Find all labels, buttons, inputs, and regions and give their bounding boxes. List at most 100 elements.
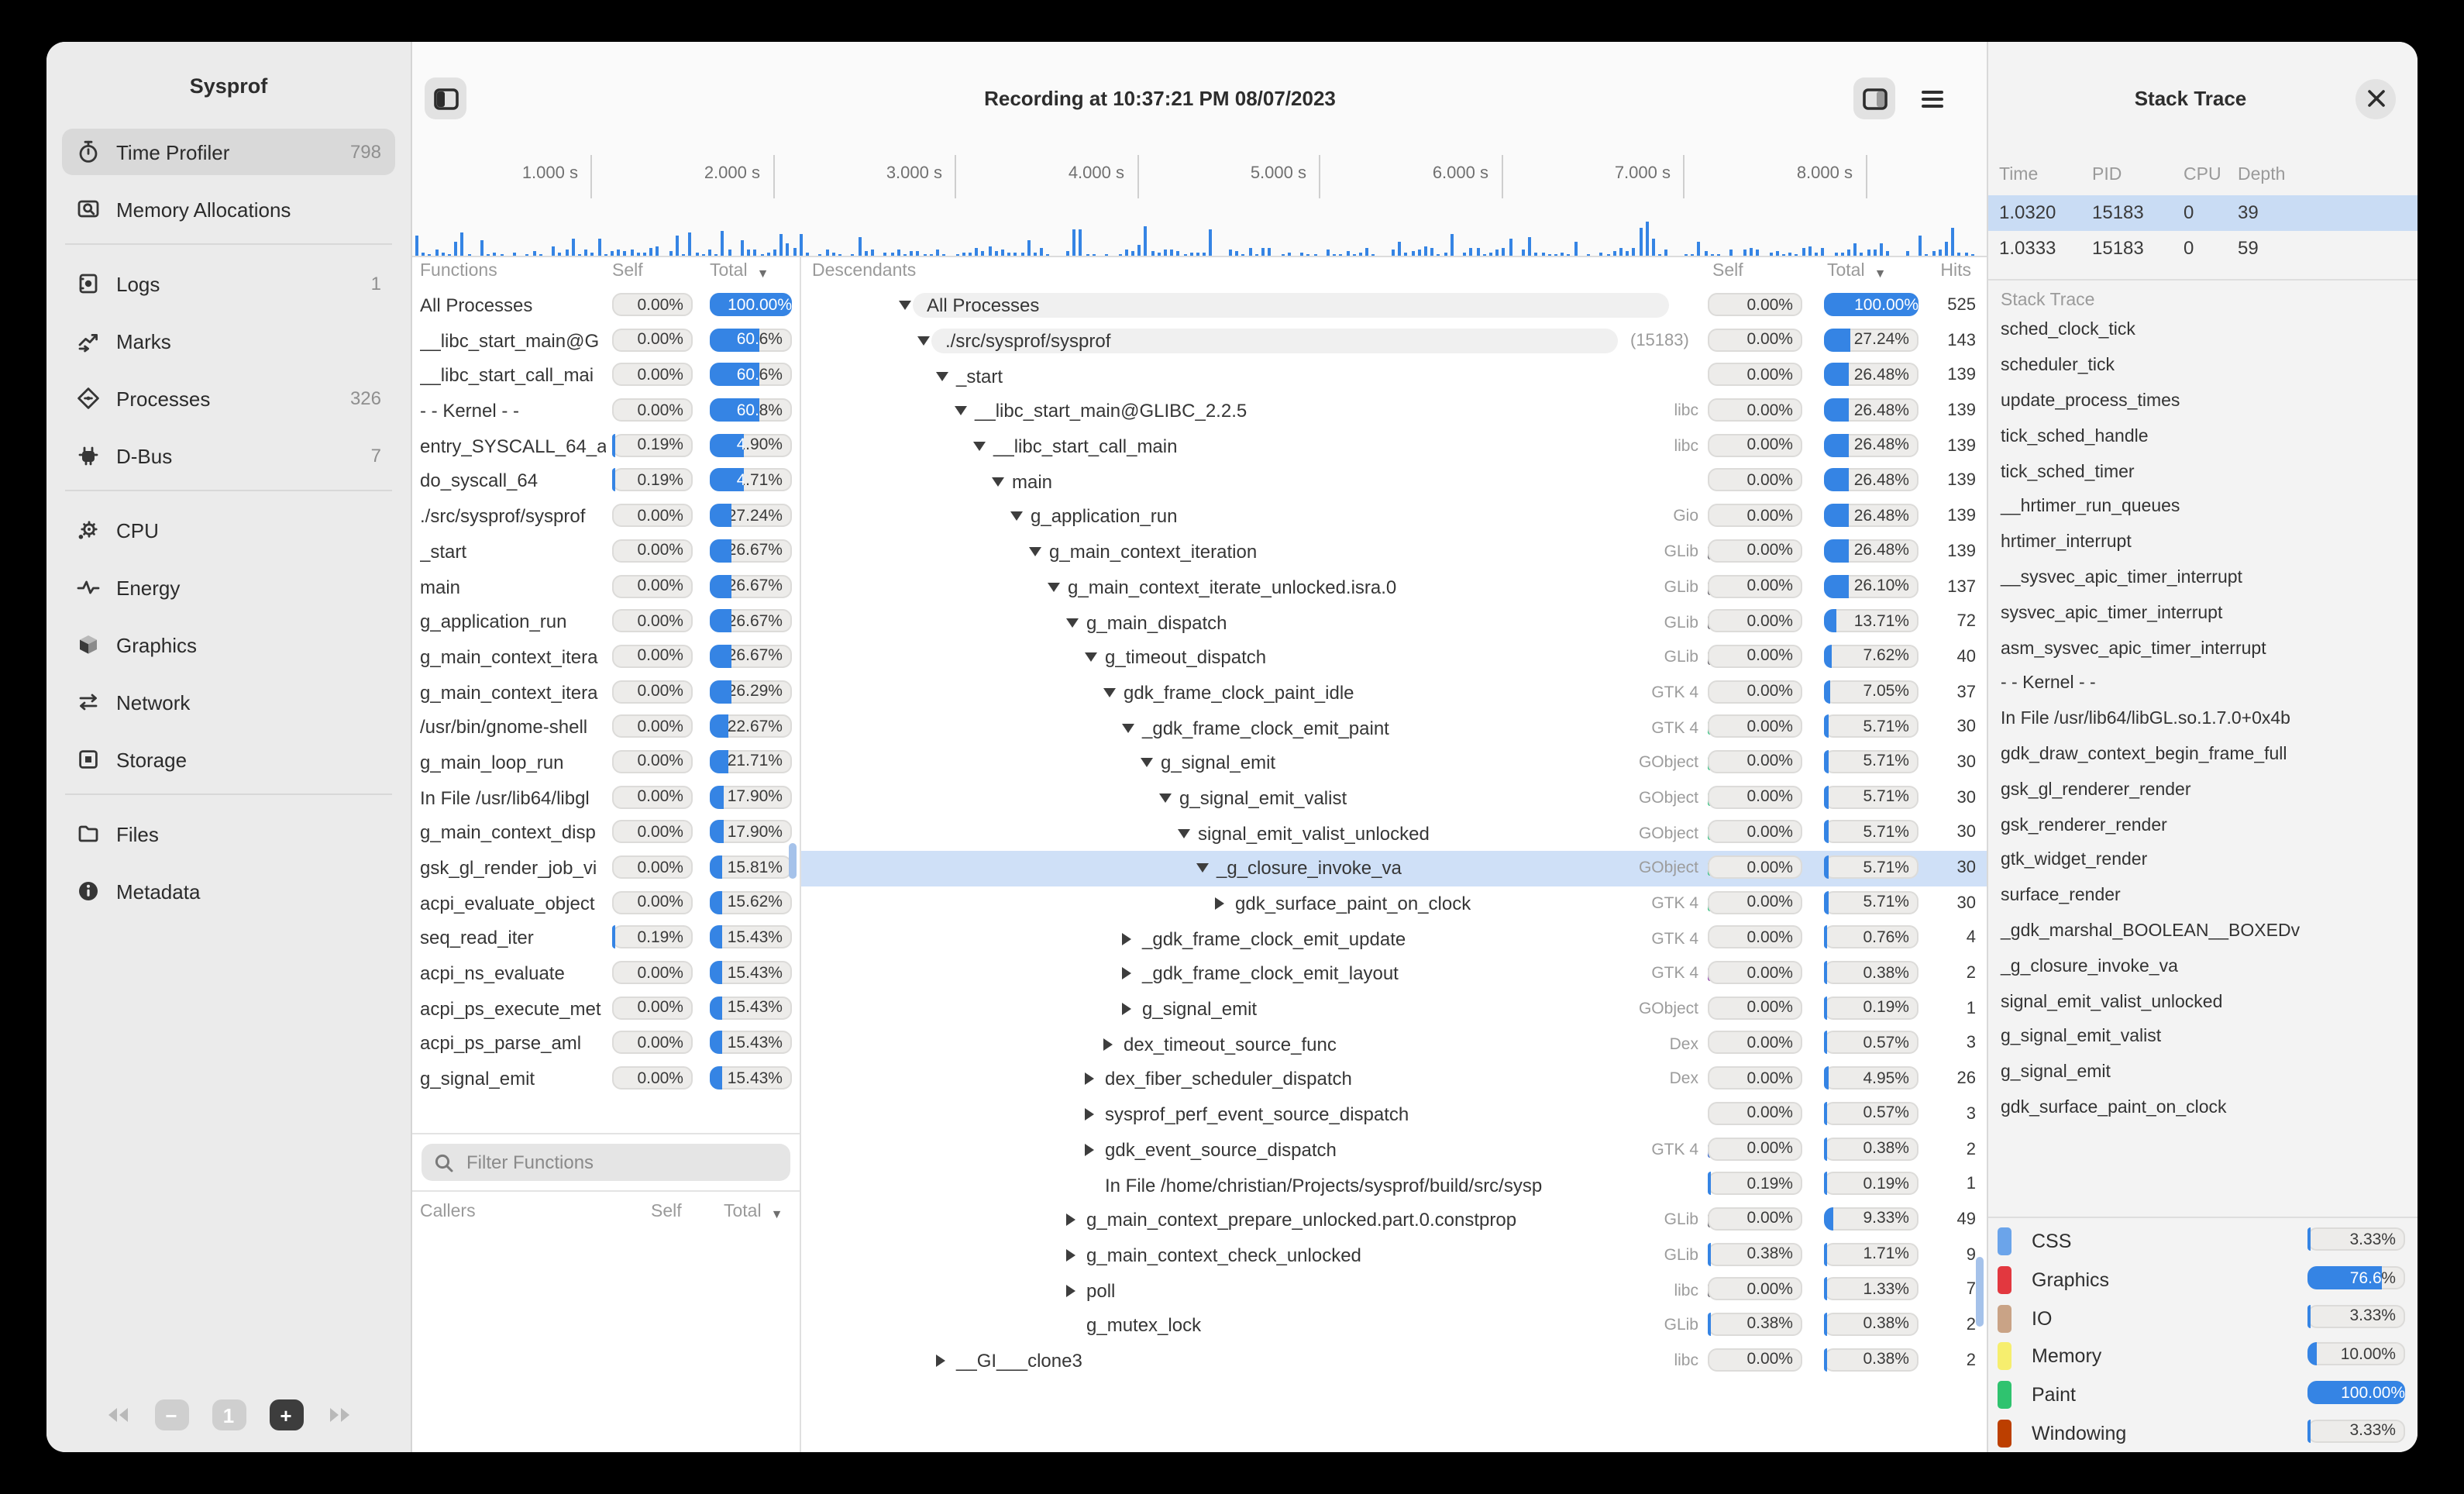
callers-self-column-label[interactable]: Self <box>651 1203 682 1221</box>
expand-icon[interactable] <box>1085 1073 1105 1086</box>
expand-icon[interactable] <box>936 1355 956 1367</box>
sidebar-item-storage[interactable]: Storage <box>62 736 395 783</box>
descendant-row[interactable]: _g_closure_invoke_vaGObject0.00%5.71%5.7… <box>801 851 1987 886</box>
descendant-row[interactable]: dex_fiber_scheduler_dispatchDex0.00%4.95… <box>801 1062 1987 1096</box>
descendant-row[interactable]: g_timeout_dispatchGLib0.00%7.62%7.62%40 <box>801 640 1987 675</box>
stack-frame[interactable]: hrtimer_interrupt <box>1988 525 2418 561</box>
collapse-icon[interactable] <box>1178 828 1198 838</box>
function-row[interactable]: g_signal_emit0.00%15.43%15.43% <box>412 1062 800 1096</box>
function-row[interactable]: In File /usr/lib64/libgl0.00%17.90%17.90… <box>412 780 800 815</box>
expand-icon[interactable] <box>1122 968 1142 980</box>
zoom-in-button[interactable]: + <box>269 1399 303 1430</box>
total-column-label[interactable]: Total▼ <box>710 262 748 281</box>
sidebar-item-network[interactable]: Network <box>62 679 395 725</box>
function-row[interactable]: main0.00%26.67%26.67% <box>412 570 800 604</box>
descendant-row[interactable]: gdk_surface_paint_on_clockGTK 40.00%5.71… <box>801 886 1987 921</box>
function-row[interactable]: g_main_context_disp0.00%17.90%17.90% <box>412 816 800 851</box>
function-row[interactable]: ./src/sysprof/sysprof0.00%27.24%27.24% <box>412 499 800 534</box>
sidebar-item-graphics[interactable]: Graphics <box>62 621 395 668</box>
sidebar-item-logs[interactable]: Logs1 <box>62 260 395 307</box>
desc-self-column-label[interactable]: Self <box>1712 262 1743 281</box>
function-row[interactable]: do_syscall_640.19%0.19%41.71%41.71% <box>412 464 800 499</box>
collapse-icon[interactable] <box>1122 723 1142 732</box>
descendant-row[interactable]: g_main_dispatchGLib0.00%13.71%13.71%72 <box>801 604 1987 639</box>
self-column-label[interactable]: Self <box>612 262 643 281</box>
descendants-column-label[interactable]: Descendants <box>812 262 916 281</box>
expand-icon[interactable] <box>1066 1284 1086 1296</box>
descendant-row[interactable]: ./src/sysprof/sysprof(15183)0.00%27.24%2… <box>801 323 1987 358</box>
function-row[interactable]: _start0.00%26.67%26.67% <box>412 535 800 570</box>
descendant-row[interactable]: g_application_runGio0.00%26.48%26.48%139 <box>801 499 1987 534</box>
descendant-row[interactable]: All Processes0.00%100.00%100.00%525 <box>801 288 1987 323</box>
stack-frame[interactable]: g_signal_emit <box>1988 1055 2418 1091</box>
function-row[interactable]: - - Kernel - -0.00%60.38%60.38% <box>412 394 800 429</box>
sidebar-item-metadata[interactable]: Metadata <box>62 868 395 914</box>
collapse-icon[interactable] <box>1196 864 1217 873</box>
sidebar-item-cpu[interactable]: CPU <box>62 507 395 553</box>
stack-frame[interactable]: _gdk_marshal_BOOLEAN__BOXEDv <box>1988 914 2418 950</box>
functions-column-label[interactable]: Functions <box>420 262 497 281</box>
callers-total-column-label[interactable]: Total▼ <box>724 1203 762 1221</box>
function-row[interactable]: g_main_loop_run0.00%21.71%21.71% <box>412 745 800 780</box>
stack-frame[interactable]: __hrtimer_run_queues <box>1988 491 2418 526</box>
collapse-icon[interactable] <box>992 477 1012 487</box>
stack-frame[interactable]: __sysvec_apic_timer_interrupt <box>1988 561 2418 597</box>
descendant-row[interactable]: In File /home/christian/Projects/sysprof… <box>801 1167 1987 1202</box>
menu-button[interactable] <box>1911 77 1953 119</box>
zoom-level-button[interactable]: 1 <box>212 1399 246 1430</box>
descendant-row[interactable]: __libc_start_call_mainlibc0.00%26.48%26.… <box>801 429 1987 464</box>
descendant-row[interactable]: g_signal_emitGObject0.00%5.71%5.71%30 <box>801 745 1987 780</box>
samples-column-cpu[interactable]: CPU <box>2184 166 2238 184</box>
samples-column-time[interactable]: Time <box>1999 166 2092 184</box>
stack-frame[interactable]: gdk_draw_context_begin_frame_full <box>1988 738 2418 773</box>
expand-icon[interactable] <box>1103 1038 1124 1051</box>
function-row[interactable]: acpi_evaluate_object0.00%15.62%15.62% <box>412 886 800 921</box>
hits-column-label[interactable]: Hits <box>1940 262 1971 281</box>
function-row[interactable]: acpi_ps_parse_aml0.00%15.43%15.43% <box>412 1027 800 1062</box>
stack-frame[interactable]: In File /usr/lib64/libGL.so.1.7.0+0x4b <box>1988 702 2418 738</box>
descendant-row[interactable]: _gdk_frame_clock_emit_layoutGTK 40.00%0.… <box>801 956 1987 991</box>
function-row[interactable]: __libc_start_call_mai0.00%60.76%60.76% <box>412 359 800 394</box>
function-row[interactable]: acpi_ps_execute_met0.00%15.43%15.43% <box>412 992 800 1027</box>
expand-icon[interactable] <box>1122 932 1142 945</box>
collapse-icon[interactable] <box>936 371 956 380</box>
stack-frame[interactable]: signal_emit_valist_unlocked <box>1988 985 2418 1021</box>
descendant-row[interactable]: signal_emit_valist_unlockedGObject0.00%5… <box>801 816 1987 851</box>
collapse-icon[interactable] <box>1048 583 1068 592</box>
sidebar-item-energy[interactable]: Energy <box>62 564 395 611</box>
function-row[interactable]: seq_read_iter0.19%0.19%15.43%15.43% <box>412 921 800 956</box>
skip-forward-icon[interactable] <box>326 1406 354 1424</box>
stack-frame[interactable]: _g_closure_invoke_va <box>1988 949 2418 985</box>
descendant-row[interactable]: g_signal_emit_valistGObject0.00%5.71%5.7… <box>801 780 1987 815</box>
descendant-row[interactable]: _gdk_frame_clock_emit_paintGTK 40.00%5.7… <box>801 711 1987 745</box>
collapse-icon[interactable] <box>1066 618 1086 627</box>
sidebar-item-files[interactable]: Files <box>62 811 395 857</box>
stack-frame[interactable]: gtk_widget_render <box>1988 844 2418 880</box>
sidebar-item-d-bus[interactable]: D-Bus7 <box>62 432 395 479</box>
expand-icon[interactable] <box>1122 1003 1142 1015</box>
desc-total-column-label[interactable]: Total▼ <box>1827 262 1865 281</box>
skip-backward-icon[interactable] <box>103 1406 131 1424</box>
expand-icon[interactable] <box>1085 1108 1105 1120</box>
toggle-left-panel-button[interactable] <box>425 77 466 119</box>
expand-icon[interactable] <box>1215 897 1235 910</box>
collapse-icon[interactable] <box>1085 652 1105 662</box>
toggle-right-panel-button[interactable] <box>1853 77 1895 119</box>
descendant-row[interactable]: dex_timeout_source_funcDex0.00%0.57%0.57… <box>801 1027 1987 1062</box>
stack-frame[interactable]: g_signal_emit_valist <box>1988 1021 2418 1056</box>
descendant-row[interactable]: g_signal_emitGObject0.00%0.19%0.19%1 <box>801 992 1987 1027</box>
expand-icon[interactable] <box>1085 1144 1105 1156</box>
collapse-icon[interactable] <box>1141 759 1161 768</box>
function-row[interactable]: acpi_ns_evaluate0.00%15.43%15.43% <box>412 956 800 991</box>
stack-frame[interactable]: - - Kernel - - <box>1988 667 2418 703</box>
function-row[interactable]: entry_SYSCALL_64_a0.19%0.19%41.90%41.90% <box>412 429 800 464</box>
stack-frame[interactable]: gdk_surface_paint_on_clock <box>1988 1091 2418 1127</box>
function-row[interactable]: g_main_context_itera0.00%26.67%26.67% <box>412 640 800 675</box>
descendant-row[interactable]: g_main_context_iterate_unlocked.isra.0GL… <box>801 570 1987 604</box>
functions-scrollbar[interactable] <box>789 843 797 879</box>
descendant-row[interactable]: polllibc0.00%1.33%1.33%7 <box>801 1273 1987 1308</box>
descendant-row[interactable]: g_main_context_iterationGLib0.00%26.48%2… <box>801 535 1987 570</box>
stack-frame[interactable]: tick_sched_timer <box>1988 455 2418 491</box>
function-row[interactable]: /usr/bin/gnome-shell0.00%22.67%22.67% <box>412 711 800 745</box>
stack-frame[interactable]: gsk_renderer_render <box>1988 808 2418 844</box>
